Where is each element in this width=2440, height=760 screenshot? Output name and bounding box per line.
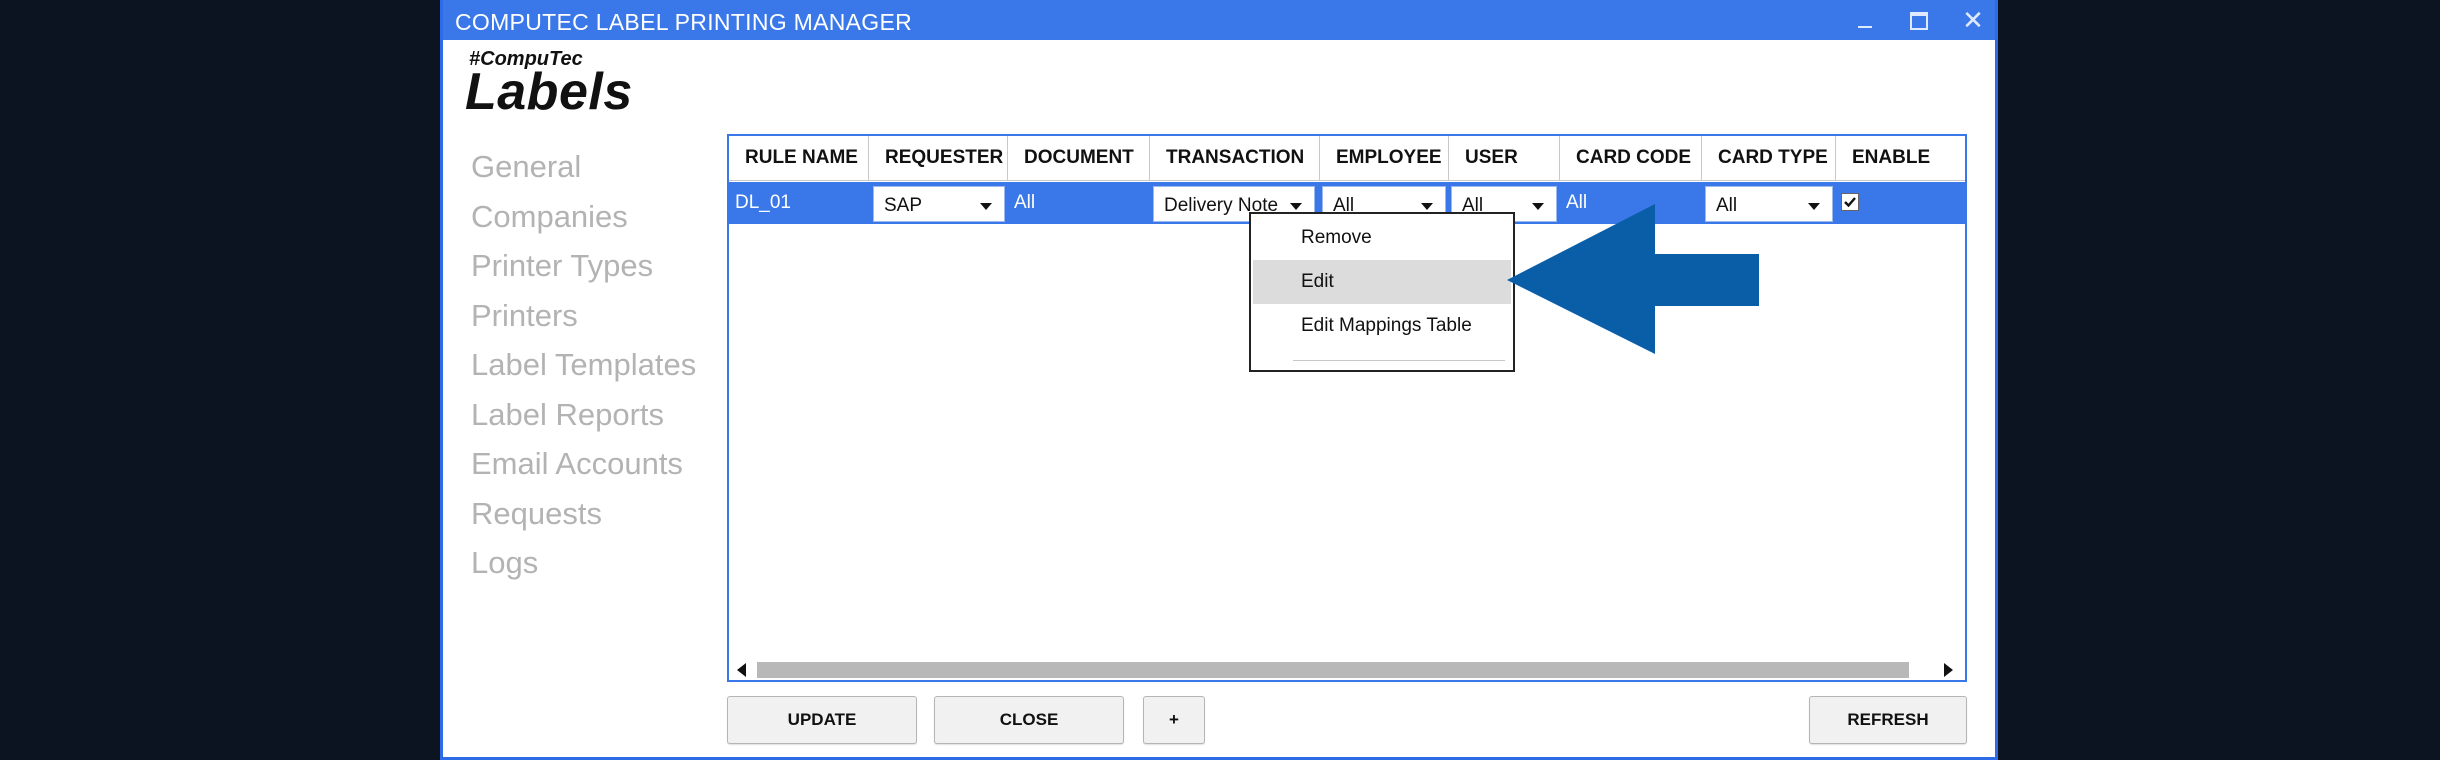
- maximize-button[interactable]: [1897, 4, 1941, 36]
- column-header-transaction[interactable]: TRANSACTION: [1150, 136, 1320, 180]
- column-header-document[interactable]: DOCUMENT: [1008, 136, 1150, 180]
- chevron-down-icon: [1290, 203, 1302, 210]
- nav-item-label-templates[interactable]: Label Templates: [471, 344, 696, 394]
- checkmark-icon: [1844, 197, 1856, 208]
- maximize-icon: [1910, 11, 1928, 30]
- nav-item-companies[interactable]: Companies: [471, 196, 696, 246]
- window-title: COMPUTEC LABEL PRINTING MANAGER: [455, 9, 913, 35]
- context-menu-separator: [1293, 360, 1505, 361]
- column-header-requester[interactable]: REQUESTER: [869, 136, 1008, 180]
- requester-dropdown[interactable]: SAP: [873, 186, 1005, 222]
- nav-item-logs[interactable]: Logs: [471, 542, 696, 592]
- column-header-card-type[interactable]: CARD TYPE: [1702, 136, 1836, 180]
- column-header-user[interactable]: USER: [1449, 136, 1560, 180]
- logo-title: Labels: [465, 63, 633, 121]
- column-header-enable[interactable]: ENABLE: [1836, 136, 1967, 180]
- context-menu-edit[interactable]: Edit: [1253, 260, 1511, 304]
- requester-value: SAP: [884, 195, 923, 216]
- annotation-arrow-icon: [1507, 204, 1759, 354]
- add-button[interactable]: +: [1143, 696, 1205, 744]
- horizontal-scrollbar[interactable]: [729, 658, 1965, 680]
- chevron-down-icon: [1421, 203, 1433, 210]
- column-header-card-code[interactable]: CARD CODE: [1560, 136, 1702, 180]
- scroll-right-arrow-icon[interactable]: [1944, 663, 1953, 677]
- main-window: COMPUTEC LABEL PRINTING MANAGER ✕ #Compu…: [440, 0, 1998, 760]
- context-menu-edit-mappings-table[interactable]: Edit Mappings Table: [1253, 304, 1511, 348]
- nav-item-requests[interactable]: Requests: [471, 493, 696, 543]
- grid-header: RULE NAME REQUESTER DOCUMENT TRANSACTION…: [729, 136, 1965, 181]
- close-button[interactable]: CLOSE: [934, 696, 1124, 744]
- enable-checkbox[interactable]: [1841, 193, 1859, 211]
- nav-item-email-accounts[interactable]: Email Accounts: [471, 443, 696, 493]
- update-button[interactable]: UPDATE: [727, 696, 917, 744]
- nav-item-label-reports[interactable]: Label Reports: [471, 394, 696, 444]
- title-bar: COMPUTEC LABEL PRINTING MANAGER ✕: [443, 0, 1995, 40]
- sidebar-nav: General Companies Printer Types Printers…: [471, 146, 696, 592]
- context-menu-remove[interactable]: Remove: [1253, 216, 1511, 260]
- minimize-icon: [1858, 25, 1872, 28]
- close-window-button[interactable]: ✕: [1951, 4, 1995, 36]
- scroll-thumb[interactable]: [757, 662, 1909, 678]
- chevron-down-icon: [1808, 203, 1820, 210]
- rule-name-cell[interactable]: DL_01: [729, 182, 869, 224]
- refresh-button[interactable]: REFRESH: [1809, 696, 1967, 744]
- column-header-employee[interactable]: EMPLOYEE: [1320, 136, 1449, 180]
- scroll-left-arrow-icon[interactable]: [737, 663, 746, 677]
- minimize-button[interactable]: [1843, 4, 1887, 36]
- document-cell[interactable]: All: [1008, 182, 1150, 224]
- nav-item-general[interactable]: General: [471, 146, 696, 196]
- column-header-rule-name[interactable]: RULE NAME: [729, 136, 869, 180]
- nav-item-printer-types[interactable]: Printer Types: [471, 245, 696, 295]
- nav-item-printers[interactable]: Printers: [471, 295, 696, 345]
- close-icon: ✕: [1962, 5, 1984, 35]
- chevron-down-icon: [980, 203, 992, 210]
- context-menu: Remove Edit Edit Mappings Table: [1249, 212, 1515, 372]
